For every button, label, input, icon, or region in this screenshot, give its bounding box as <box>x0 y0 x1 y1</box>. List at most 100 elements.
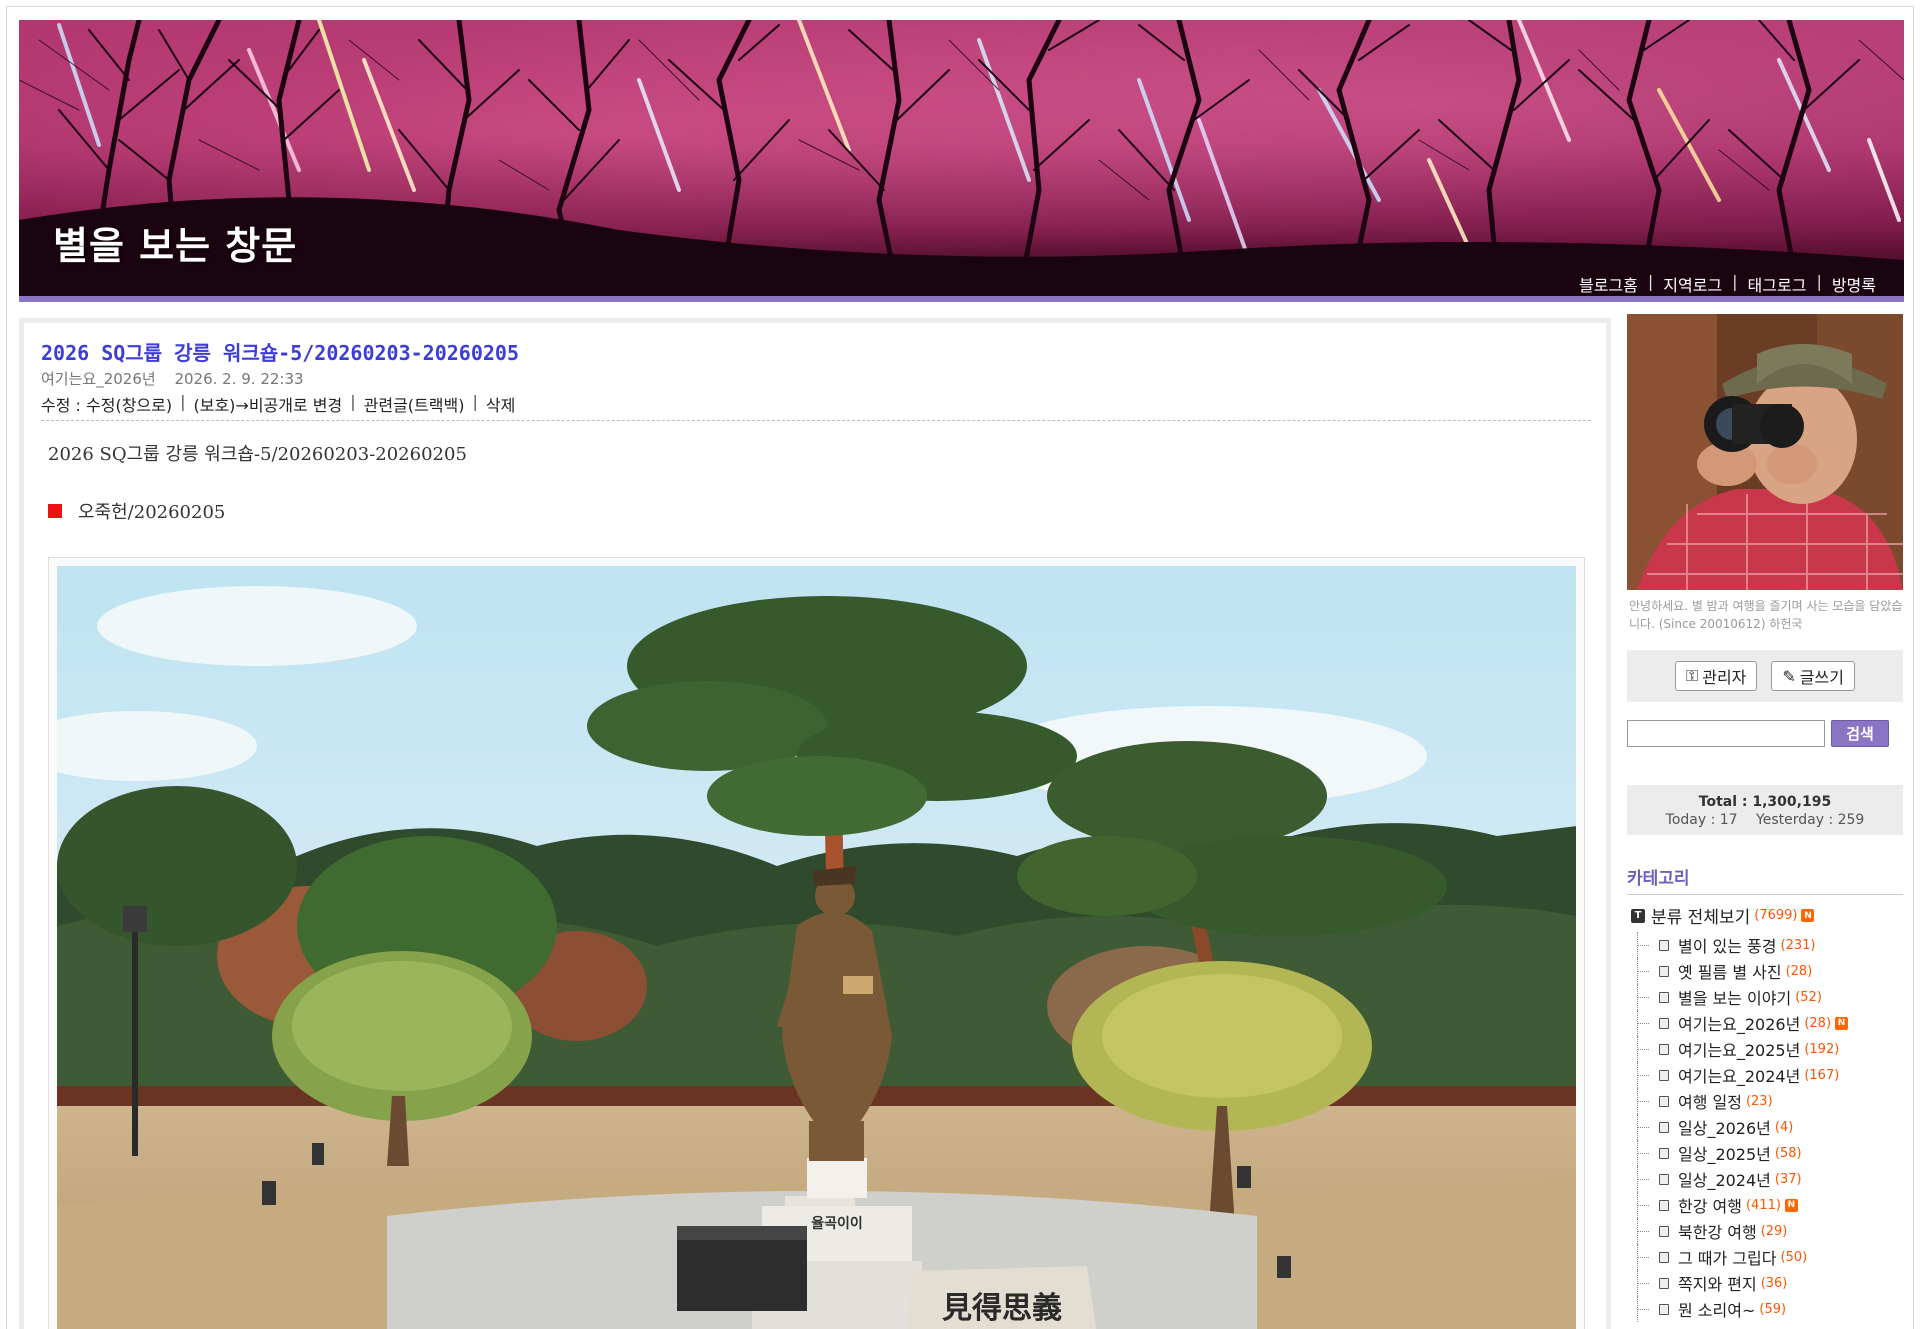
category-root[interactable]: T 분류 전체보기 (7699) N <box>1627 903 1903 928</box>
ojukheon-statue-photo: 율곡이이 見得思義 <box>57 566 1576 1329</box>
post-title[interactable]: 2026 SQ그룹 강릉 워크숍-5/20260203-20260205 <box>41 337 519 366</box>
header-accent-bar <box>19 296 1904 302</box>
red-square-bullet-icon <box>48 504 62 518</box>
post-photo-frame: 율곡이이 見得思義 <box>48 557 1585 1329</box>
document-icon <box>1659 939 1669 951</box>
post-date: 2026. 2. 9. 22:33 <box>174 370 304 388</box>
category-item-count: (4) <box>1774 1119 1794 1135</box>
edit-label: 수정 : <box>41 396 81 415</box>
category-item-count: (231) <box>1780 937 1816 953</box>
profile-photo <box>1627 314 1903 590</box>
write-button[interactable]: ✎ 글쓰기 <box>1771 661 1855 691</box>
document-icon <box>1659 1095 1669 1107</box>
stone-inscription: 見得思義 <box>942 1291 1062 1326</box>
category-item[interactable]: 그 때가 그립다 (50) <box>1627 1244 1903 1270</box>
post-meta: 여기는요_2026년 2026. 2. 9. 22:33 <box>41 368 304 389</box>
category-item-count: (37) <box>1774 1171 1802 1187</box>
nav-location-log[interactable]: 지역로그 <box>1653 272 1732 296</box>
category-item-label: 별을 보는 이야기 <box>1678 989 1792 1008</box>
category-item[interactable]: 북한강 여행 (29) <box>1627 1218 1903 1244</box>
category-item-label: 그 때가 그립다 <box>1678 1249 1777 1268</box>
document-icon <box>1659 1199 1669 1211</box>
admin-button[interactable]: ⚿ 관리자 <box>1675 661 1758 691</box>
document-icon <box>1659 1043 1669 1055</box>
post-photo[interactable]: 율곡이이 見得思義 <box>57 566 1576 1329</box>
category-item-count: (411) <box>1745 1197 1781 1213</box>
category-item[interactable]: 일상_2025년 (58) <box>1627 1140 1903 1166</box>
nav-tag-log[interactable]: 태그로그 <box>1738 272 1817 296</box>
star-trail-trees-image <box>19 20 1904 297</box>
related-trackback-link[interactable]: 관련글(트랙백) <box>364 392 465 416</box>
category-list: 별이 있는 풍경 (231) 옛 필름 별 사진 (28) 별을 보는 이야기 (52) 여… <box>1627 932 1903 1322</box>
delete-link[interactable]: 삭제 <box>486 392 515 416</box>
visitor-counter: Total : 1,300,195 Today : 17 Yesterday :… <box>1627 785 1903 835</box>
category-item-count: (29) <box>1760 1223 1788 1239</box>
category-item[interactable]: 일상_2026년 (4) <box>1627 1114 1903 1140</box>
nav-blog-home[interactable]: 블로그홈 <box>1569 272 1648 296</box>
blog-header-banner: 별을 보는 창문 블로그홈 | 지역로그 | 태그로그 | 방명록 <box>19 20 1904 297</box>
category-item-label: 여기는요_2026년 <box>1678 1015 1801 1034</box>
pedestal-inscription: 율곡이이 <box>811 1215 863 1232</box>
document-icon <box>1659 1173 1669 1185</box>
visitor-today: Today : 17 <box>1665 812 1738 828</box>
post-body-heading: 2026 SQ그룹 강릉 워크숍-5/20260203-20260205 <box>48 444 467 465</box>
action-separator: | <box>350 392 356 411</box>
nav-guestbook[interactable]: 방명록 <box>1822 272 1886 296</box>
category-item[interactable]: 별을 보는 이야기 (52) <box>1627 984 1903 1010</box>
category-item[interactable]: 한강 여행 (411) N <box>1627 1192 1903 1218</box>
post-actions: 수정 : 수정(창으로) | (보호)→비공개로 변경 | 관련글(트랙백) |… <box>41 392 515 416</box>
category-title: 카테고리 <box>1627 864 1903 895</box>
category-item[interactable]: 여기는요_2024년 (167) <box>1627 1062 1903 1088</box>
category-root-label: 분류 전체보기 <box>1651 908 1751 928</box>
edit-in-window-link[interactable]: 수정(창으로) <box>86 392 172 416</box>
category-item-count: (192) <box>1804 1041 1840 1057</box>
category-item-label: 뭔 소리여~ <box>1678 1301 1756 1320</box>
visitor-total: Total : 1,300,195 <box>1698 794 1832 810</box>
change-visibility-link[interactable]: (보호)→비공개로 변경 <box>194 392 343 416</box>
admin-button-label: 관리자 <box>1702 668 1747 687</box>
category-item-count: (59) <box>1759 1301 1787 1317</box>
document-icon <box>1659 1277 1669 1289</box>
category-item[interactable]: 뭔 소리여~ (59) <box>1627 1296 1903 1322</box>
document-icon <box>1659 1069 1669 1081</box>
search-button[interactable]: 검색 <box>1831 720 1889 747</box>
document-icon <box>1659 1303 1669 1315</box>
category-item[interactable]: 여기는요_2025년 (192) <box>1627 1036 1903 1062</box>
admin-box: ⚿ 관리자 ✎ 글쓰기 <box>1627 650 1903 702</box>
category-item[interactable]: 일상_2024년 (37) <box>1627 1166 1903 1192</box>
category-item[interactable]: 옛 필름 별 사진 (28) <box>1627 958 1903 984</box>
document-icon <box>1659 1251 1669 1263</box>
category-item-count: (52) <box>1795 989 1822 1005</box>
category-item-count: (28) <box>1804 1015 1832 1031</box>
category-item-label: 일상_2026년 <box>1678 1119 1771 1138</box>
category-item-count: (50) <box>1780 1249 1808 1265</box>
document-icon <box>1659 1147 1669 1159</box>
profile-caption: 안녕하세요. 별 밤과 여행을 즐기며 사는 모습을 담았습니다. (Since… <box>1629 599 1903 631</box>
tree-root-icon: T <box>1631 908 1645 923</box>
pencil-icon: ✎ <box>1782 666 1796 686</box>
document-icon <box>1659 1017 1669 1029</box>
write-button-label: 글쓰기 <box>1799 668 1844 687</box>
post-category-link[interactable]: 여기는요_2026년 <box>41 370 156 388</box>
document-icon <box>1659 1225 1669 1237</box>
new-badge-icon: N <box>1784 1198 1798 1212</box>
blog-title[interactable]: 별을 보는 창문 <box>53 215 297 270</box>
visitor-daily: Today : 17 Yesterday : 259 <box>1627 811 1903 829</box>
category-item[interactable]: 여행 일정 (23) <box>1627 1088 1903 1114</box>
top-nav: 블로그홈 | 지역로그 | 태그로그 | 방명록 <box>1569 272 1886 296</box>
category-item[interactable]: 여기는요_2026년 (28) N <box>1627 1010 1903 1036</box>
category-item-label: 북한강 여행 <box>1678 1223 1757 1242</box>
post-divider <box>41 420 1591 421</box>
category-item-label: 한강 여행 <box>1678 1197 1742 1216</box>
category-item-count: (167) <box>1804 1067 1840 1083</box>
category-item-label: 여기는요_2025년 <box>1678 1041 1801 1060</box>
action-separator: | <box>180 392 186 411</box>
category-item-label: 여행 일정 <box>1678 1093 1742 1112</box>
category-item[interactable]: 별이 있는 풍경 (231) <box>1627 932 1903 958</box>
category-item[interactable]: 쪽지와 편지 (36) <box>1627 1270 1903 1296</box>
search-input[interactable] <box>1627 720 1825 747</box>
category-item-label: 일상_2025년 <box>1678 1145 1771 1164</box>
category-item-label: 여기는요_2024년 <box>1678 1067 1801 1086</box>
search-row: 검색 <box>1627 720 1903 747</box>
category-item-count: (23) <box>1745 1093 1773 1109</box>
